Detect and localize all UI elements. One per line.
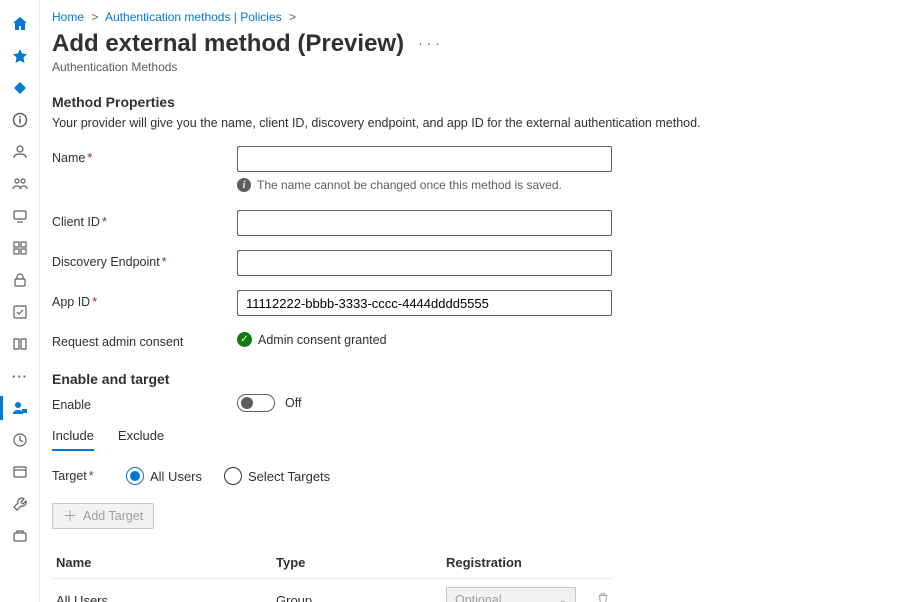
app-id-label: App ID* (52, 290, 237, 309)
section-method-properties: Method Properties (52, 94, 877, 110)
tab-exclude[interactable]: Exclude (118, 424, 164, 451)
settings-icon (12, 464, 28, 480)
device-icon (12, 208, 28, 224)
sidebar-devices[interactable] (0, 200, 40, 232)
toggle-state: Off (285, 396, 301, 410)
wrench-icon (12, 496, 28, 512)
diamond-icon (12, 80, 28, 96)
name-input[interactable] (237, 146, 612, 172)
section-enable-target: Enable and target (52, 371, 877, 387)
sidebar-users[interactable] (0, 136, 40, 168)
sidebar-learn[interactable] (0, 520, 40, 552)
sidebar-defender[interactable] (0, 72, 40, 104)
sidebar: ··· (0, 0, 40, 602)
home-icon (12, 16, 28, 32)
sidebar-billing[interactable] (0, 424, 40, 456)
add-target-button[interactable]: ＋ Add Target (52, 503, 154, 529)
page-actions-more[interactable]: · · · (418, 35, 440, 51)
check-icon: ✓ (237, 332, 252, 347)
main-content: Home > Authentication methods | Policies… (40, 0, 901, 602)
sidebar-identity[interactable] (0, 392, 40, 424)
plus-icon: ＋ (63, 509, 77, 523)
radio-all-users[interactable]: All Users (126, 467, 202, 485)
sidebar-health[interactable] (0, 488, 40, 520)
method-properties-desc: Your provider will give you the name, cl… (52, 116, 877, 130)
name-label: Name* (52, 146, 237, 165)
info-icon (12, 112, 28, 128)
sidebar-governance[interactable] (0, 296, 40, 328)
radio-icon (224, 467, 242, 485)
sidebar-favorites[interactable] (0, 40, 40, 72)
person-badge-icon (12, 400, 28, 416)
col-name: Name (56, 555, 276, 570)
delete-row-button[interactable] (596, 592, 610, 602)
table-row: All Users Group Optional ⌄ (52, 579, 612, 602)
radio-select-targets[interactable]: Select Targets (224, 467, 330, 485)
chevron-down-icon: ⌄ (559, 595, 567, 602)
col-type: Type (276, 555, 446, 570)
page-subtitle: Authentication Methods (52, 60, 877, 74)
breadcrumb-sep: > (91, 10, 98, 24)
governance-icon (12, 304, 28, 320)
target-label: Target* (52, 469, 102, 483)
trash-icon (596, 592, 610, 602)
person-icon (12, 144, 28, 160)
app-id-input[interactable] (237, 290, 612, 316)
sidebar-info[interactable] (0, 104, 40, 136)
external-icon (12, 336, 28, 352)
page-title: Add external method (Preview) (52, 30, 404, 58)
learn-icon (12, 528, 28, 544)
cell-name: All Users (56, 593, 276, 602)
client-id-input[interactable] (237, 210, 612, 236)
sidebar-groups[interactable] (0, 168, 40, 200)
lock-icon (12, 272, 28, 288)
breadcrumb-home[interactable]: Home (52, 10, 84, 24)
apps-icon (12, 240, 28, 256)
target-tabs: Include Exclude (52, 424, 877, 451)
consent-status: ✓ Admin consent granted (237, 332, 387, 347)
client-id-label: Client ID* (52, 210, 237, 229)
breadcrumb: Home > Authentication methods | Policies… (52, 10, 877, 24)
cell-type: Group (276, 593, 446, 602)
enable-label: Enable (52, 393, 237, 412)
name-hint: i The name cannot be changed once this m… (237, 178, 877, 192)
sidebar-settings[interactable] (0, 456, 40, 488)
discovery-label: Discovery Endpoint* (52, 250, 237, 269)
radio-icon (126, 467, 144, 485)
sidebar-home[interactable] (0, 8, 40, 40)
sidebar-more[interactable]: ··· (0, 360, 40, 392)
people-icon (12, 176, 28, 192)
discovery-input[interactable] (237, 250, 612, 276)
breadcrumb-sep: > (289, 10, 296, 24)
consent-label: Request admin consent (52, 330, 237, 349)
sidebar-apps[interactable] (0, 232, 40, 264)
enable-toggle[interactable] (237, 394, 275, 412)
sidebar-protection[interactable] (0, 264, 40, 296)
sidebar-ext[interactable] (0, 328, 40, 360)
tab-include[interactable]: Include (52, 424, 94, 451)
breadcrumb-policies[interactable]: Authentication methods | Policies (105, 10, 282, 24)
registration-select[interactable]: Optional ⌄ (446, 587, 576, 602)
clock-icon (12, 432, 28, 448)
targets-table: Name Type Registration All Users Group O… (52, 547, 612, 602)
info-icon: i (237, 178, 251, 192)
star-icon (12, 48, 28, 64)
col-registration: Registration (446, 555, 596, 570)
